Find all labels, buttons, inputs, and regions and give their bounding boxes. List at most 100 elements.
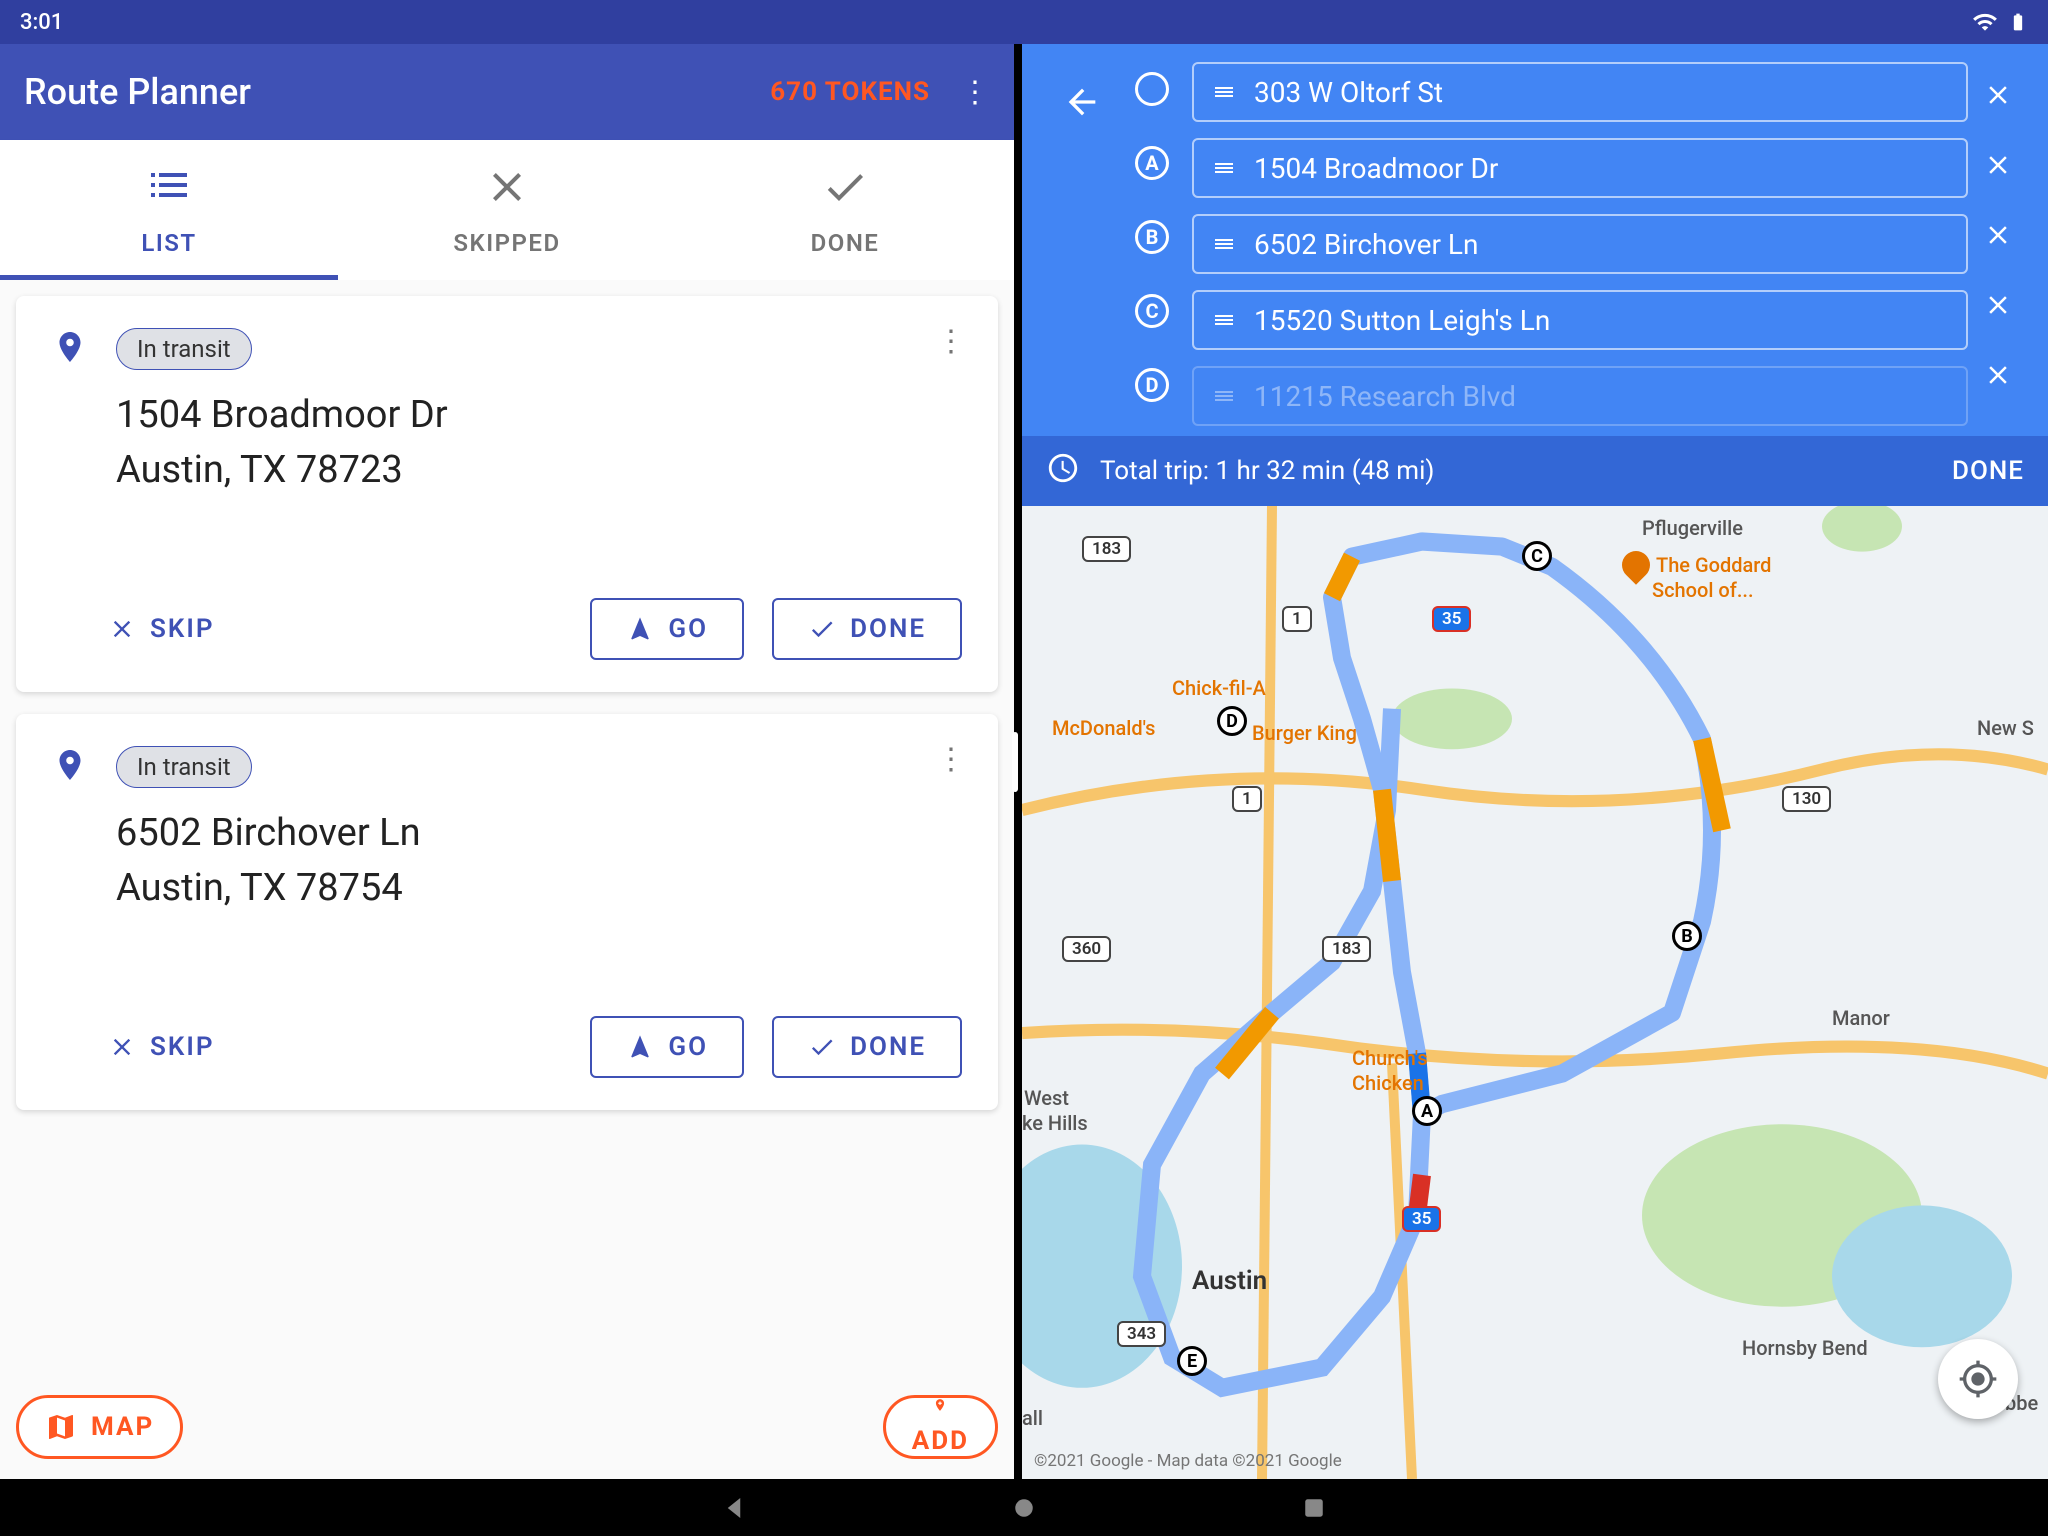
stop-marker-a: A bbox=[1135, 146, 1169, 180]
status-time: 3:01 bbox=[20, 10, 63, 35]
map-poi[interactable]: Chicken bbox=[1352, 1071, 1424, 1095]
list-icon bbox=[145, 163, 193, 215]
battery-icon bbox=[2008, 9, 2028, 35]
tab-done[interactable]: DONE bbox=[676, 140, 1014, 280]
map-poi[interactable]: McDonald's bbox=[1052, 716, 1155, 740]
drag-handle-icon[interactable] bbox=[1212, 228, 1236, 261]
directions-header: A B C D 303 W Oltorf St 1504 Broadmoor D… bbox=[1022, 44, 2048, 436]
summary-text: Total trip: 1 hr 32 min (48 mi) bbox=[1100, 456, 1434, 486]
road-shield: 183 bbox=[1082, 536, 1131, 562]
drag-handle-icon[interactable] bbox=[1212, 76, 1236, 109]
status-bar: 3:01 bbox=[0, 0, 2048, 44]
cards-list[interactable]: ⋮ In transit 1504 Broadmoor Dr Austin, T… bbox=[0, 280, 1014, 1479]
map-label: ke Hills bbox=[1022, 1111, 1088, 1135]
overflow-menu-icon[interactable]: ⋮ bbox=[960, 75, 990, 110]
stop-card[interactable]: ⋮ In transit 6502 Birchover Ln Austin, T… bbox=[16, 714, 998, 1110]
app-title: Route Planner bbox=[24, 71, 770, 113]
tab-list[interactable]: LIST bbox=[0, 140, 338, 280]
map-label: Pflugerville bbox=[1642, 516, 1743, 540]
map-label: Austin bbox=[1192, 1266, 1267, 1296]
add-fab[interactable]: ADD bbox=[883, 1395, 998, 1459]
map-label: all bbox=[1022, 1406, 1043, 1430]
map-canvas[interactable]: Pflugerville Manor Austin Hornsby Bend N… bbox=[1022, 506, 2048, 1479]
remove-stop-icon[interactable] bbox=[1983, 150, 2013, 184]
clock-icon bbox=[1046, 451, 1080, 492]
tabs: LIST SKIPPED DONE bbox=[0, 140, 1014, 280]
remove-stop-icon[interactable] bbox=[1983, 360, 2013, 394]
road-shield: 35 bbox=[1432, 606, 1471, 632]
road-shield: 1 bbox=[1282, 606, 1312, 632]
check-icon bbox=[821, 163, 869, 215]
map-poi[interactable]: Burger King bbox=[1252, 721, 1357, 745]
drag-handle-icon[interactable] bbox=[1212, 152, 1236, 185]
stop-input[interactable]: 303 W Oltorf St bbox=[1192, 62, 1968, 122]
pin-icon bbox=[52, 329, 88, 369]
road-shield: 360 bbox=[1062, 936, 1111, 962]
skip-button[interactable]: SKIP bbox=[74, 600, 249, 658]
stop-input[interactable]: 11215 Research Blvd bbox=[1192, 366, 1968, 426]
tokens-label[interactable]: 670 TOKENS bbox=[770, 77, 930, 107]
status-chip: In transit bbox=[116, 328, 252, 370]
road-shield: 130 bbox=[1782, 786, 1831, 812]
route-marker-c[interactable]: C bbox=[1522, 541, 1552, 571]
stop-card[interactable]: ⋮ In transit 1504 Broadmoor Dr Austin, T… bbox=[16, 296, 998, 692]
trip-summary: Total trip: 1 hr 32 min (48 mi) DONE bbox=[1022, 436, 2048, 506]
wifi-icon bbox=[1972, 9, 1998, 35]
remove-stop-icon[interactable] bbox=[1983, 220, 2013, 254]
route-marker-b[interactable]: B bbox=[1672, 921, 1702, 951]
route-marker-e[interactable]: E bbox=[1177, 1346, 1207, 1376]
done-button[interactable]: DONE bbox=[772, 1016, 962, 1078]
go-button[interactable]: GO bbox=[590, 598, 744, 660]
drag-handle-icon[interactable] bbox=[1212, 304, 1236, 337]
tab-done-label: DONE bbox=[811, 229, 880, 257]
stop-input[interactable]: 6502 Birchover Ln bbox=[1192, 214, 1968, 274]
nav-back-icon[interactable] bbox=[719, 1493, 749, 1523]
route-planner-app: Route Planner 670 TOKENS ⋮ LIST SKIPPED … bbox=[0, 44, 1014, 1479]
map-credits: ©2021 Google - Map data ©2021 Google bbox=[1034, 1451, 1342, 1471]
card-menu-icon[interactable]: ⋮ bbox=[936, 324, 966, 359]
map-poi[interactable]: Church's bbox=[1352, 1046, 1428, 1070]
remove-stop-icon[interactable] bbox=[1983, 80, 2013, 114]
address: 1504 Broadmoor Dr Austin, TX 78723 bbox=[116, 388, 962, 498]
skip-button[interactable]: SKIP bbox=[74, 1018, 249, 1076]
google-maps-app: A B C D 303 W Oltorf St 1504 Broadmoor D… bbox=[1022, 44, 2048, 1479]
app-header: Route Planner 670 TOKENS ⋮ bbox=[0, 44, 1014, 140]
map-label: Manor bbox=[1832, 1006, 1890, 1030]
map-poi[interactable]: The Goddard bbox=[1622, 551, 1771, 579]
map-poi[interactable]: Chick-fil-A bbox=[1172, 676, 1266, 700]
nav-home-icon[interactable] bbox=[1009, 1493, 1039, 1523]
card-menu-icon[interactable]: ⋮ bbox=[936, 742, 966, 777]
close-icon bbox=[483, 163, 531, 215]
drag-handle-icon[interactable] bbox=[1212, 380, 1236, 413]
stop-marker-c: C bbox=[1135, 294, 1169, 328]
road-shield: 343 bbox=[1117, 1321, 1166, 1347]
tab-list-label: LIST bbox=[141, 229, 196, 257]
route-marker-d[interactable]: D bbox=[1217, 706, 1247, 736]
back-button[interactable] bbox=[1062, 82, 1102, 126]
nav-recents-icon[interactable] bbox=[1299, 1493, 1329, 1523]
directions-done-button[interactable]: DONE bbox=[1952, 456, 2024, 486]
map-fab[interactable]: MAP bbox=[16, 1395, 183, 1459]
route-marker-a[interactable]: A bbox=[1412, 1096, 1442, 1126]
pin-icon bbox=[52, 747, 88, 787]
map-label: Hornsby Bend bbox=[1742, 1336, 1868, 1360]
poi-pin-icon bbox=[1616, 545, 1656, 585]
map-label: West bbox=[1024, 1086, 1069, 1110]
tab-skipped[interactable]: SKIPPED bbox=[338, 140, 676, 280]
stop-input[interactable]: 15520 Sutton Leigh's Ln bbox=[1192, 290, 1968, 350]
status-chip: In transit bbox=[116, 746, 252, 788]
address: 6502 Birchover Ln Austin, TX 78754 bbox=[116, 806, 962, 916]
remove-stop-icon[interactable] bbox=[1983, 290, 2013, 324]
system-nav-bar bbox=[0, 1479, 2048, 1536]
map-poi: School of... bbox=[1652, 578, 1754, 602]
map-label: New S bbox=[1977, 716, 2034, 740]
split-divider[interactable] bbox=[1014, 44, 1022, 1479]
done-button[interactable]: DONE bbox=[772, 598, 962, 660]
tab-skipped-label: SKIPPED bbox=[453, 229, 560, 257]
my-location-button[interactable] bbox=[1938, 1339, 2018, 1419]
road-shield: 35 bbox=[1402, 1206, 1441, 1232]
map-background bbox=[1022, 506, 2048, 1479]
stop-input[interactable]: 1504 Broadmoor Dr bbox=[1192, 138, 1968, 198]
road-shield: 1 bbox=[1232, 786, 1262, 812]
go-button[interactable]: GO bbox=[590, 1016, 744, 1078]
